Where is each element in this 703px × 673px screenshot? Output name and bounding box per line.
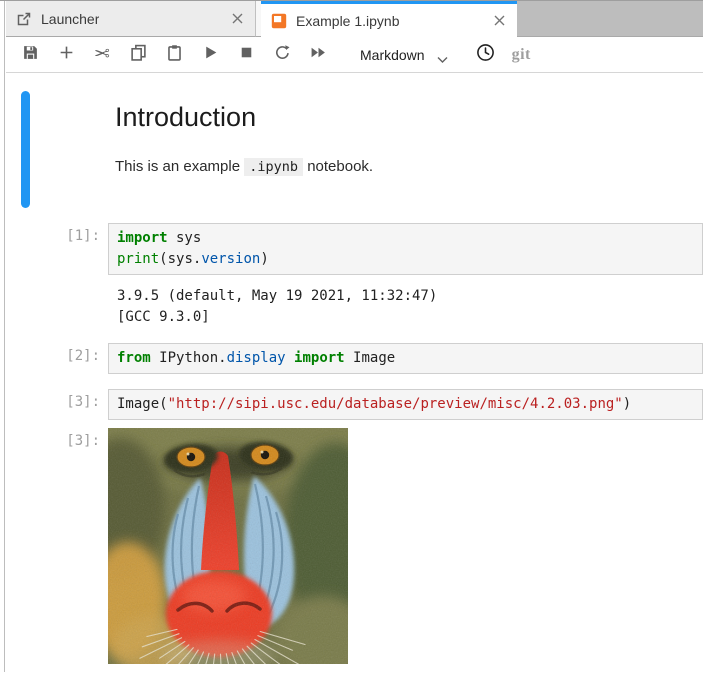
cell-output-area: 3.9.5 (default, May 19 2021, 11:32:47)[G…: [6, 286, 703, 328]
chevron-down-icon: [437, 51, 448, 59]
close-icon[interactable]: [229, 11, 245, 27]
code-token: IPython.: [151, 350, 227, 366]
cell-collapser[interactable]: [21, 91, 30, 208]
notebook-toolbar: ✂: [6, 37, 703, 73]
code-editor[interactable]: import sysprint(sys.version): [108, 223, 703, 275]
cell-type-value: Markdown: [360, 47, 425, 63]
code-token: from: [117, 350, 151, 366]
tab-example-notebook[interactable]: Example 1.ipynb: [261, 1, 517, 37]
save-button[interactable]: [16, 41, 44, 69]
image-output-area: [3]:: [6, 428, 703, 664]
execution-prompt: [3]:: [6, 389, 108, 420]
refresh-icon: [274, 44, 291, 66]
copy-cells-button[interactable]: [124, 41, 152, 69]
clock-icon: [476, 43, 495, 67]
launcher-icon: [16, 11, 32, 27]
code-token: Image: [345, 350, 396, 366]
code-token: display: [227, 350, 286, 366]
code-token: version: [201, 251, 260, 267]
code-editor[interactable]: from IPython.display import Image: [108, 343, 703, 374]
output-line: 3.9.5 (default, May 19 2021, 11:32:47): [117, 286, 437, 307]
markdown-heading: Introduction: [115, 102, 703, 133]
plus-icon: [58, 44, 75, 66]
code-token: Image(: [117, 396, 168, 412]
code-line: Image("http://sipi.usc.edu/database/prev…: [117, 394, 702, 415]
restart-kernel-button[interactable]: [268, 41, 296, 69]
code-token: import: [117, 230, 168, 246]
code-cell: [3]: Image("http://sipi.usc.edu/database/…: [6, 389, 703, 420]
output-prompt: [6, 286, 108, 328]
copy-icon: [130, 44, 147, 66]
code-token: sys: [168, 230, 202, 246]
scissors-icon: ✂: [94, 45, 110, 64]
cell-type-dropdown[interactable]: Markdown: [360, 47, 448, 63]
markdown-paragraph: This is an example .ipynb notebook.: [115, 158, 703, 175]
code-cell: [1]:import sysprint(sys.version): [6, 223, 703, 275]
run-all-button[interactable]: [304, 41, 332, 69]
run-cell-button[interactable]: [196, 41, 224, 69]
code-token: (sys.: [159, 251, 201, 267]
tab-launcher[interactable]: Launcher: [6, 1, 256, 37]
code-token: print: [117, 251, 159, 267]
inline-code: .ipynb: [244, 158, 303, 176]
cells: [1]:import sysprint(sys.version)3.9.5 (d…: [6, 223, 703, 420]
output-image-container: [108, 428, 348, 664]
code-line: print(sys.version): [117, 249, 702, 270]
code-line: import sys: [117, 228, 702, 249]
notebook-icon: [271, 13, 287, 29]
jupyterlab-window: Launcher Example 1.ipynb: [0, 0, 703, 672]
execution-prompt: [1]:: [6, 223, 108, 275]
execution-prompt: [3]:: [6, 428, 108, 664]
mandrill-output-image: [108, 428, 348, 664]
tab-bar-empty-area: [517, 1, 703, 37]
code-token: ): [623, 396, 631, 412]
tab-bar: Launcher Example 1.ipynb: [6, 1, 703, 37]
run-icon: [202, 44, 219, 66]
tab-label: Example 1.ipynb: [296, 13, 400, 29]
cut-cells-button[interactable]: ✂: [88, 41, 116, 69]
code-line: from IPython.display import Image: [117, 348, 702, 369]
code-token: ): [260, 251, 268, 267]
interrupt-kernel-button[interactable]: [232, 41, 260, 69]
paste-cells-button[interactable]: [160, 41, 188, 69]
git-button[interactable]: git: [512, 46, 531, 64]
execution-time-button[interactable]: [472, 41, 500, 69]
code-token: import: [294, 350, 345, 366]
save-icon: [22, 44, 39, 66]
close-icon[interactable]: [491, 13, 507, 29]
fast-forward-icon: [310, 44, 327, 66]
code-token: "http://sipi.usc.edu/database/preview/mi…: [168, 396, 623, 412]
code-editor[interactable]: Image("http://sipi.usc.edu/database/prev…: [108, 389, 703, 420]
execution-prompt: [2]:: [6, 343, 108, 374]
markdown-cell[interactable]: Introduction This is an example .ipynb n…: [115, 73, 703, 223]
git-label: git: [512, 46, 531, 63]
add-cell-button[interactable]: [52, 41, 80, 69]
output-line: [GCC 9.3.0]: [117, 307, 437, 328]
code-token: [286, 350, 294, 366]
tab-label: Launcher: [41, 11, 99, 27]
notebook-panel: Introduction This is an example .ipynb n…: [6, 73, 703, 673]
clipboard-icon: [166, 44, 183, 66]
cell-output-text: 3.9.5 (default, May 19 2021, 11:32:47)[G…: [108, 286, 437, 328]
code-cell: [2]: from IPython.display import Image: [6, 343, 703, 374]
stop-icon: [238, 44, 255, 66]
